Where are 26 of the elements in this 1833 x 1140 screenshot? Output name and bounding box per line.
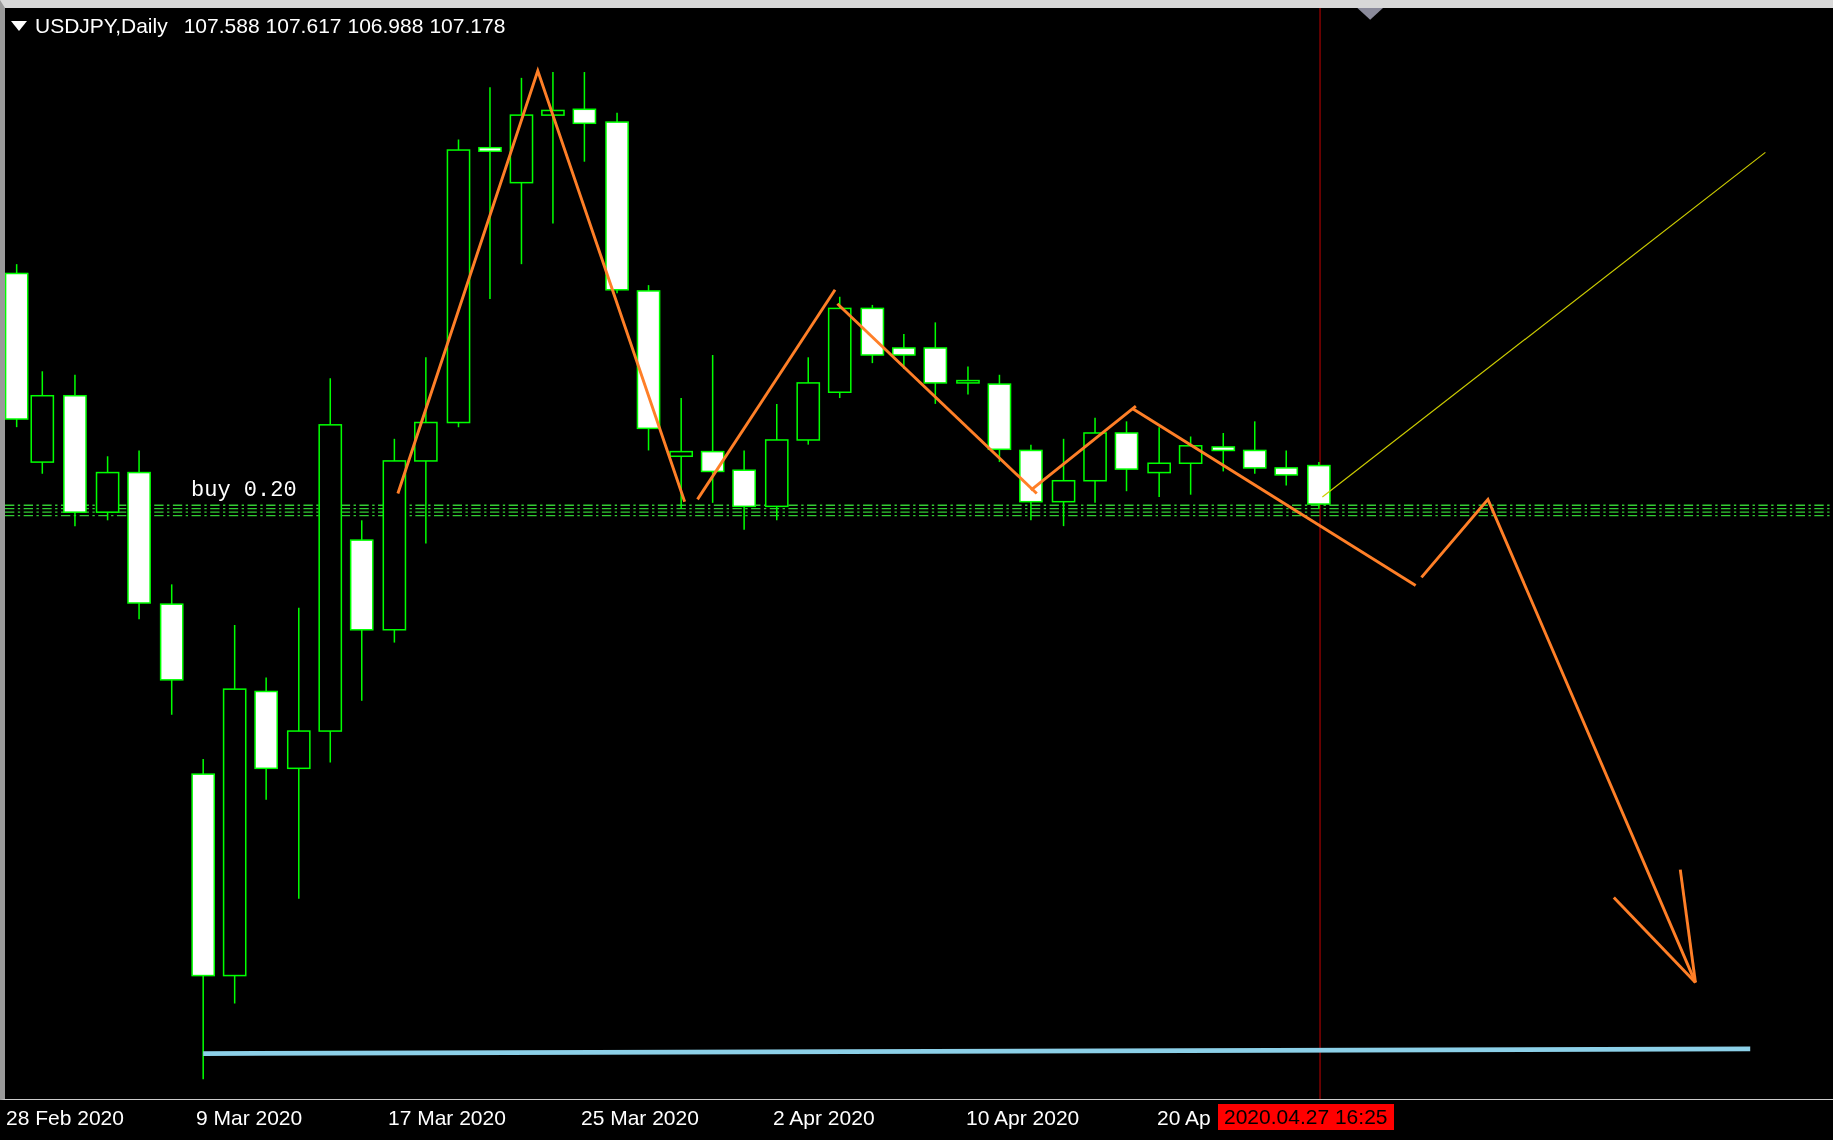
axis-label: 10 Apr 2020 <box>966 1106 1080 1130</box>
axis-label: 20 Ap <box>1157 1106 1211 1130</box>
axis-label: 25 Mar 2020 <box>581 1106 699 1130</box>
candlestick <box>1178 435 1203 496</box>
candlestick <box>1307 461 1331 510</box>
price-value: 107.178 <box>429 14 506 38</box>
axis-label: 17 Mar 2020 <box>388 1106 506 1130</box>
axis-label: 9 Mar 2020 <box>196 1106 303 1130</box>
axis-label: 2 Apr 2020 <box>773 1106 875 1130</box>
triangle-icon[interactable] <box>1357 8 1383 20</box>
price-value: 107.617 <box>265 14 342 38</box>
price-value: 107.588 <box>183 14 260 38</box>
symbol-label: USDJPY,Daily <box>35 14 168 38</box>
candlestick <box>1274 449 1299 487</box>
price-value: 106.988 <box>347 14 424 38</box>
candlestick <box>956 365 980 396</box>
axis-label: 28 Feb 2020 <box>6 1106 124 1130</box>
dropdown-icon[interactable] <box>11 21 27 31</box>
candlestick <box>1114 420 1139 492</box>
candlestick <box>1242 420 1267 475</box>
candlestick <box>1147 426 1171 498</box>
candlestick <box>95 455 120 522</box>
order-label: buy 0.20 <box>191 478 297 503</box>
candlestick <box>860 304 885 364</box>
candlestick <box>1211 432 1236 473</box>
time-marker: 2020.04.27 16:25 <box>1218 1104 1394 1130</box>
